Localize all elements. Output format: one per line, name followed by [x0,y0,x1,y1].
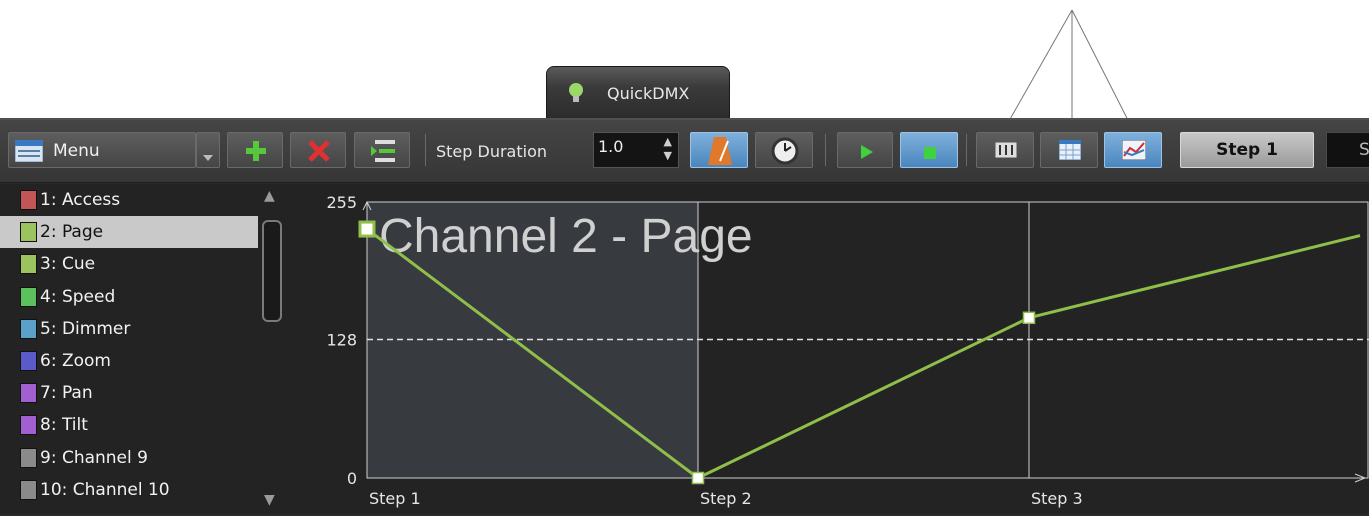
faders-view-button[interactable] [976,132,1034,168]
channel-label: 7: Pan [40,383,93,404]
toolbar-separator [425,134,426,166]
menu-dropdown-button[interactable] [196,132,220,168]
channel-item[interactable]: 9: Channel 9 [0,442,258,474]
scroll-up-icon[interactable]: ▲ [264,188,275,204]
table-icon [1058,139,1082,164]
data-point-handle[interactable] [691,471,705,485]
channel-color-swatch [20,383,37,404]
scroll-down-icon[interactable]: ▼ [264,492,275,508]
tab-quickdmx[interactable]: QuickDMX [546,66,730,118]
y-tick-label: 0 [347,469,357,488]
channel-label: 3: Cue [40,254,96,275]
channel-color-swatch [20,350,37,371]
channel-label: 10: Channel 10 [40,479,170,500]
channel-label: 1: Access [40,190,121,210]
tab-label: QuickDMX [607,84,690,103]
channel-label: 9: Channel 9 [40,447,148,468]
insert-rows-icon [371,140,395,166]
lightbulb-icon [567,81,585,109]
metronome-icon [708,137,732,169]
channel-color-swatch [20,479,37,500]
step-duration-input[interactable]: 1.0 ▲ ▼ [593,132,679,168]
step-duration-value: 1.0 [598,137,624,156]
channel-label: 8: Tilt [40,415,88,436]
channel-color-swatch [20,447,37,468]
channel-label: 6: Zoom [40,350,111,371]
insert-step-button[interactable] [354,132,410,168]
channel-scrollbar[interactable]: ▲ ▼ [258,184,290,514]
play-icon [861,144,873,163]
spinner-arrows-icon[interactable]: ▲ ▼ [664,135,672,163]
add-button[interactable] [227,132,283,168]
y-tick-label: 128 [326,330,357,349]
scroll-thumb[interactable] [262,220,282,322]
toolbar-separator [966,134,967,166]
channel-item[interactable]: 2: Page [0,216,258,249]
channel-item[interactable]: 5: Dimmer [0,313,258,345]
data-point-handle[interactable] [358,220,376,238]
channel-label: 2: Page [40,222,104,243]
channel-item[interactable]: 7: Pan [0,377,258,409]
current-step-button[interactable]: Step 1 [1180,132,1314,168]
x-tick-label: Step 1 [369,489,421,508]
play-button[interactable] [837,132,893,168]
main-window: Menu Step Duration 1.0 ▲ ▼ Step 1 S 1: A… [0,118,1369,516]
x-tick-label: Step 3 [1031,489,1083,508]
graph-panel: Channel 2 - Page 0 128 255 Step 1 Step 2 Step … [290,184,1369,514]
graph-view-button[interactable] [1104,132,1162,168]
channel-color-swatch [20,190,37,210]
graph-icon [1121,139,1147,164]
channel-color-swatch [20,254,37,275]
channel-item[interactable]: 8: Tilt [0,409,258,441]
channel-item[interactable]: 10: Channel 10 [0,474,258,506]
channel-label: 4: Speed [40,286,116,307]
step-duration-label: Step Duration [436,142,548,161]
channel-color-swatch [20,415,37,436]
stop-icon [924,144,936,163]
stop-button[interactable] [900,132,958,168]
channel-color-swatch [20,286,37,307]
next-step-button[interactable]: S [1326,132,1369,168]
channel-color-swatch [20,318,37,339]
toolbar-separator [825,134,826,166]
channel-label: 5: Dimmer [40,318,131,339]
toolbar: Menu Step Duration 1.0 ▲ ▼ Step 1 S [0,120,1369,183]
channel-item[interactable]: 4: Speed [0,281,258,313]
clock-icon [771,137,799,169]
faders-icon [994,141,1018,162]
y-tick-label: 255 [326,193,357,212]
channel-graph[interactable]: Channel 2 - Page 0 128 255 Step 1 Step 2 Step … [290,184,1369,514]
table-view-button[interactable] [1040,132,1098,168]
chevron-down-icon [203,146,213,165]
close-icon [307,139,331,167]
metronome-button[interactable] [690,132,748,168]
channel-item[interactable]: 1: Access [0,184,258,216]
channel-item[interactable]: 3: Cue [0,248,258,280]
x-tick-label: Step 2 [700,489,752,508]
graph-title: Channel 2 - Page [379,210,753,263]
data-point-handle[interactable] [1022,311,1036,325]
menu-label: Menu [53,141,100,161]
channel-color-swatch [20,222,37,243]
menu-button[interactable]: Menu [8,132,196,168]
delete-button[interactable] [290,132,346,168]
plus-icon [246,141,266,165]
menu-icon [14,139,44,166]
clock-button[interactable] [755,132,813,168]
channel-panel: 1: Access 2: Page 3: Cue 4: Speed 5: Dimmer 6… [0,184,290,514]
channel-item[interactable]: 6: Zoom [0,345,258,377]
channel-list: 1: Access 2: Page 3: Cue 4: Speed 5: Dimmer 6… [0,184,258,506]
